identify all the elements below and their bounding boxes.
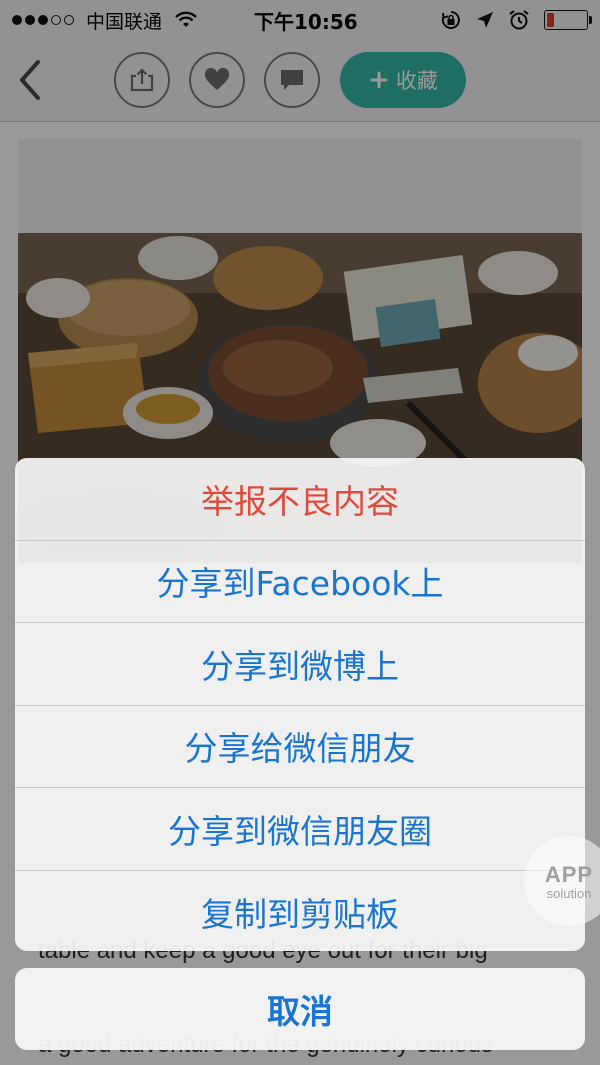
share-wechat-friend-button[interactable]: 分享给微信朋友	[15, 706, 585, 788]
cancel-button[interactable]: 取消	[15, 968, 585, 1050]
action-sheet: 举报不良内容 分享到Facebook上 分享到微博上 分享给微信朋友 分享到微信…	[15, 458, 585, 951]
watermark-text: APP	[544, 861, 594, 887]
watermark-subtext: solution	[546, 885, 592, 901]
share-wechat-moments-button[interactable]: 分享到微信朋友圈	[15, 788, 585, 871]
share-weibo-button[interactable]: 分享到微博上	[15, 623, 585, 706]
report-content-button[interactable]: 举报不良内容	[15, 458, 585, 541]
share-facebook-button[interactable]: 分享到Facebook上	[15, 541, 585, 623]
copy-to-clipboard-button[interactable]: 复制到剪贴板	[15, 871, 585, 952]
